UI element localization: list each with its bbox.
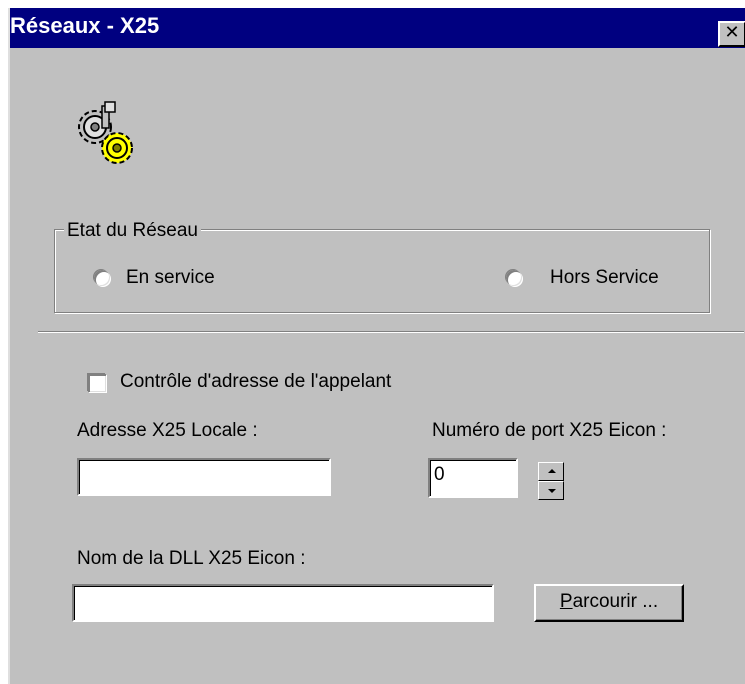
port-label: Numéro de port X25 Eicon : [432, 420, 667, 441]
local-address-input[interactable] [77, 458, 331, 496]
arrow-up-icon [548, 469, 556, 473]
title-bar[interactable]: Réseaux - X25 ✕ [10, 8, 745, 48]
separator [38, 331, 744, 333]
port-input[interactable]: 0 [428, 458, 518, 498]
radio-en-service[interactable] [94, 270, 110, 286]
arrow-down-icon [548, 489, 556, 493]
gears-icon [78, 101, 133, 164]
radio-hors-service[interactable] [506, 270, 522, 286]
spin-down-button[interactable] [538, 481, 564, 500]
close-button[interactable]: ✕ [718, 21, 745, 47]
port-spinner[interactable] [538, 462, 564, 500]
network-state-legend: Etat du Réseau [64, 220, 201, 242]
radio-en-service-label[interactable]: En service [126, 267, 215, 289]
dll-input[interactable] [72, 584, 494, 622]
window-title: Réseaux - X25 [10, 13, 160, 38]
local-address-label: Adresse X25 Locale : [77, 420, 258, 441]
yellow-gear-icon [101, 132, 133, 164]
browse-button[interactable]: Parcourir ... [534, 584, 684, 622]
dll-label: Nom de la DLL X25 Eicon : [77, 548, 306, 569]
caller-check-checkbox[interactable] [88, 374, 106, 392]
dialog-window: Réseaux - X25 ✕ Etat du Réseau En servic… [8, 8, 745, 684]
spin-up-button[interactable] [538, 462, 564, 481]
radio-hors-service-label[interactable]: Hors Service [550, 267, 659, 289]
browse-button-label: arcourir ... [572, 591, 659, 612]
caller-check-label[interactable]: Contrôle d'adresse de l'appelant [120, 371, 391, 393]
close-icon: ✕ [724, 22, 740, 43]
browse-accelerator: P [559, 591, 573, 612]
